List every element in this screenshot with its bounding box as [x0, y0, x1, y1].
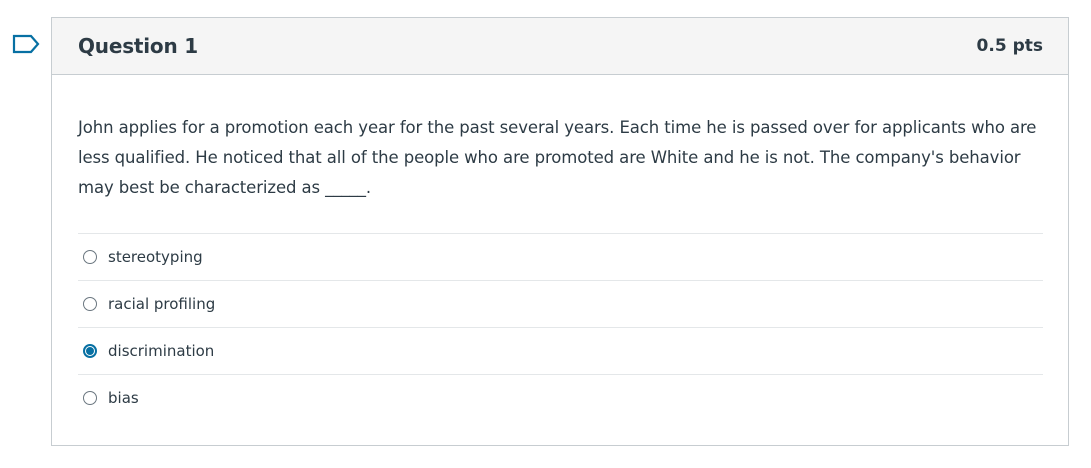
radio-button[interactable] [83, 391, 97, 405]
radio-button-selected[interactable] [83, 344, 97, 358]
question-body: John applies for a promotion each year f… [52, 75, 1068, 421]
question-points: 0.5 pts [976, 36, 1043, 56]
answer-label: stereotyping [108, 248, 203, 266]
answer-option[interactable]: discrimination [78, 328, 1043, 375]
question-card: Question 1 0.5 pts John applies for a pr… [51, 17, 1069, 446]
answer-label: racial profiling [108, 295, 216, 313]
answer-option[interactable]: bias [78, 375, 1043, 421]
answer-option[interactable]: stereotyping [78, 234, 1043, 281]
question-title: Question 1 [78, 34, 198, 58]
answer-label: bias [108, 389, 139, 407]
answer-option[interactable]: racial profiling [78, 281, 1043, 328]
answer-list: stereotyping racial profiling discrimina… [78, 233, 1043, 421]
question-text: John applies for a promotion each year f… [78, 118, 1037, 197]
radio-button[interactable] [83, 297, 97, 311]
flag-question-icon[interactable] [12, 34, 40, 54]
answer-label: discrimination [108, 342, 215, 360]
radio-button[interactable] [83, 250, 97, 264]
question-header: Question 1 0.5 pts [52, 18, 1068, 75]
